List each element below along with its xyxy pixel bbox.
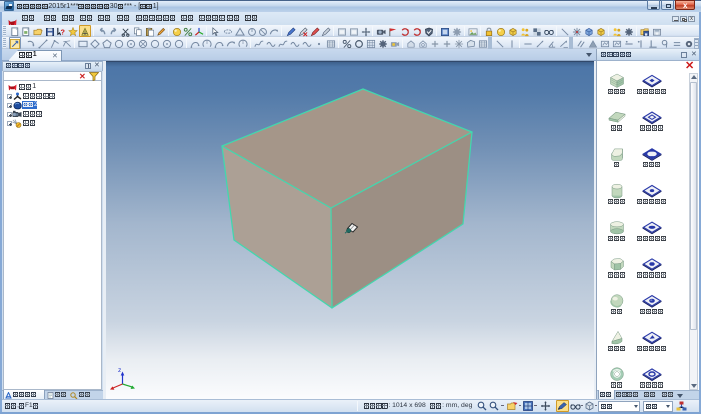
svg-text:z: z (118, 367, 121, 374)
svg-text:?: ? (61, 27, 66, 36)
